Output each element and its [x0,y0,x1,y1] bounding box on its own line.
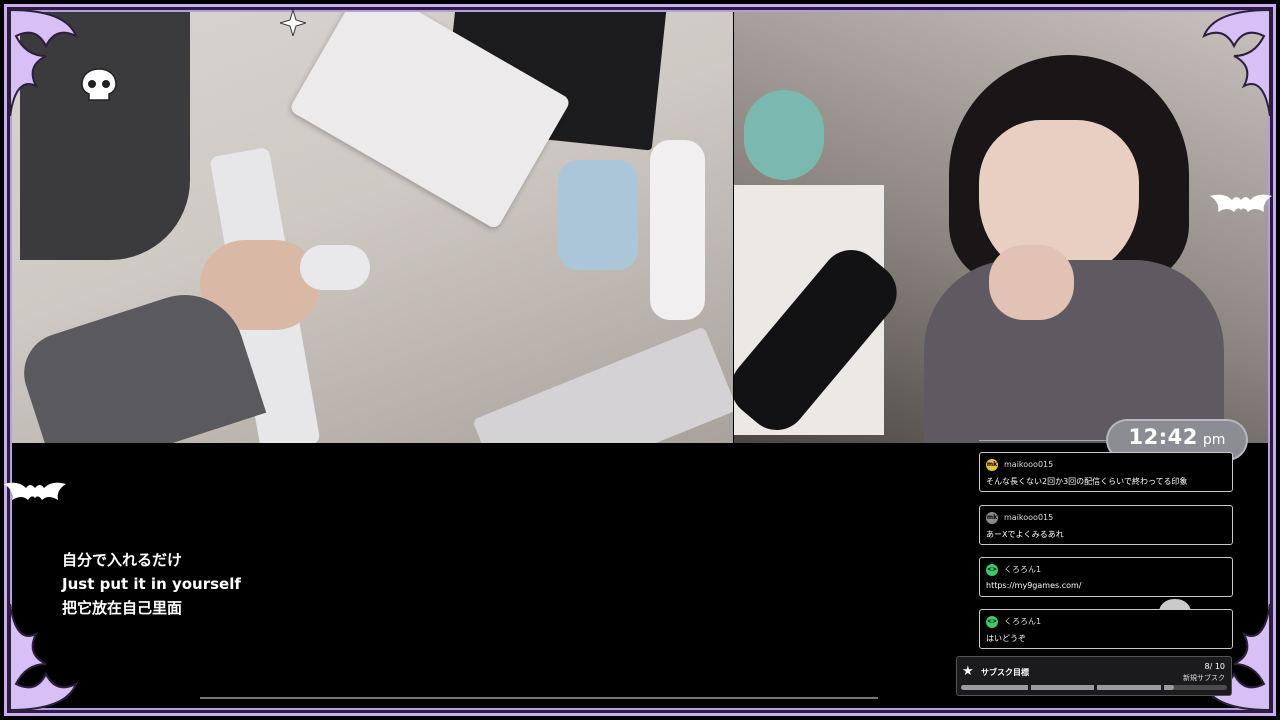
chat-message: <> くろろん1 はいどうぞ [979,609,1233,649]
bat-icon [1206,190,1276,220]
face-camera-feed [734,10,1270,443]
subtitle-block: 自分で入れるだけ Just put it in yourself 把它放在自己里… [62,548,241,620]
skull-icon [80,68,118,102]
subtitle-chinese: 把它放在自己里面 [62,599,183,617]
subtitle-english: Just put it in yourself [62,575,241,593]
sub-goal-subtitle: 新規サブスク [1183,674,1225,682]
chat-username: くろろん1 [1004,617,1042,626]
user-avatar: mk [986,458,998,471]
audio-mixer [472,326,733,443]
bat-icon [0,478,70,508]
sub-goal-widget: ★ サブスク目標 8/ 10 新規サブスク [956,656,1232,696]
progress-tick [1094,685,1097,690]
star-icon: ★ [962,664,974,679]
chat-link[interactable]: https://my9games.com/ [986,581,1226,590]
plush-toy [744,90,824,180]
desk-camera-feed [10,10,733,443]
sparkle-icon [278,8,308,38]
chat-message: mk maikooo015 そんな長くない2回か3回の配信くらいで終わってる印象 [979,452,1233,492]
progress-tick [1160,685,1164,690]
chat-text: はいどうぞ [986,634,1026,643]
sub-goal-count: 8/ 10 [1204,662,1225,671]
clock-time: 12:42 [1128,425,1198,449]
chat-username: maikooo015 [1004,513,1054,522]
subtitle-japanese: 自分で入れるだけ [62,551,183,569]
sub-goal-progress-bar [961,685,1227,690]
chat-username: くろろん1 [1004,565,1042,574]
clock-ampm: pm [1202,432,1226,448]
sweater [924,260,1224,443]
chat-message: <> くろろん1 https://my9games.com/ [979,557,1233,597]
user-avatar: <> [986,615,998,628]
chat-divider [979,440,1108,441]
mouse [300,245,370,290]
chat-text: あーXでよくみるあれ [986,530,1064,539]
user-avatar: mk [986,511,998,524]
chat-username: maikooo015 [1004,460,1054,469]
chat-message: mk maikooo015 あーXでよくみるあれ [979,505,1233,545]
dark-arm [20,10,190,260]
mic-stick [650,140,705,320]
chat-text: そんな長くない2回か3回の配信くらいで終わってる印象 [986,477,1188,486]
sub-goal-progress-fill [961,685,1174,690]
sub-goal-title: サブスク目標 [981,668,1029,677]
fist [989,245,1074,320]
cup [558,160,638,270]
progress-tick [1027,685,1031,690]
user-avatar: <> [986,563,998,576]
divider [200,697,878,699]
